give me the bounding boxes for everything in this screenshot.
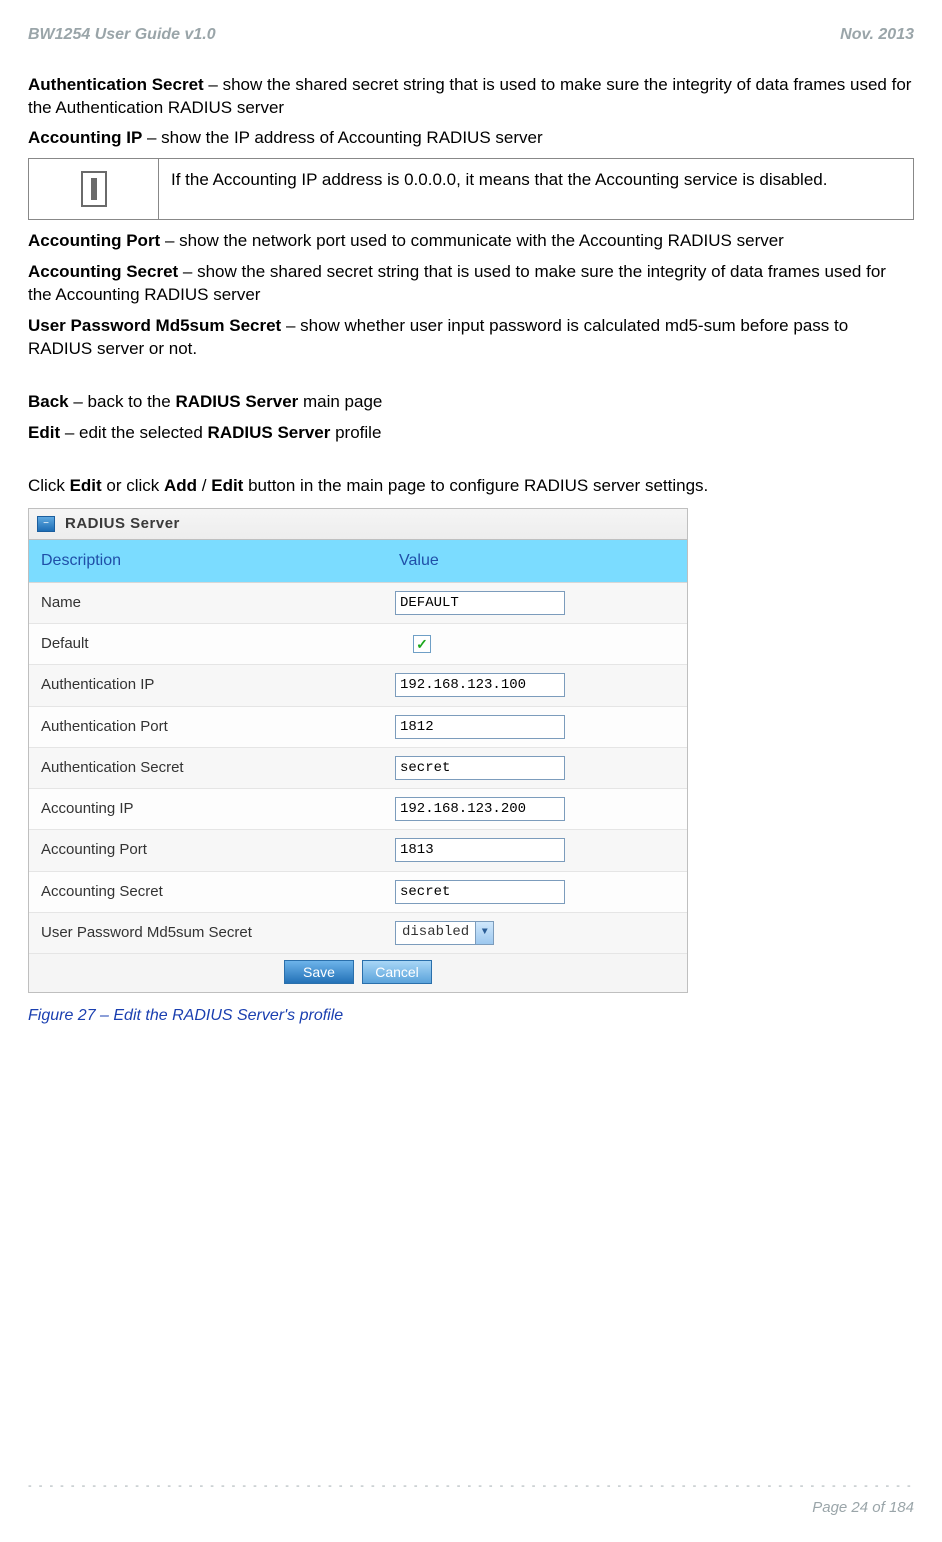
figure-caption: Figure 27 – Edit the RADIUS Server's pro… xyxy=(28,1005,914,1027)
select-value: disabled xyxy=(396,923,475,942)
row-value-cell: disabled▼ xyxy=(387,913,687,953)
panel-titlebar: − RADIUS Server xyxy=(29,509,687,540)
row-label: Accounting Port xyxy=(29,830,387,870)
panel-row: Accounting Port xyxy=(29,830,687,871)
select-dropdown[interactable]: disabled▼ xyxy=(395,921,494,945)
auth-secret-para: Authentication Secret – show the shared … xyxy=(28,74,914,120)
acct-secret-para: Accounting Secret – show the shared secr… xyxy=(28,261,914,307)
panel-footer: Save Cancel xyxy=(29,954,687,992)
click-instruction: Click Edit or click Add / Edit button in… xyxy=(28,475,914,498)
info-icon-cell xyxy=(29,159,159,219)
panel-row: Authentication Port xyxy=(29,707,687,748)
back-label: Back xyxy=(28,392,69,411)
radius-server-panel: − RADIUS Server Description Value NameDe… xyxy=(28,508,688,993)
col-header-value: Value xyxy=(387,540,687,582)
panel-row: Authentication IP xyxy=(29,665,687,706)
back-para: Back – back to the RADIUS Server main pa… xyxy=(28,391,914,414)
info-note-text: If the Accounting IP address is 0.0.0.0,… xyxy=(159,159,913,219)
acct-port-para: Accounting Port – show the network port … xyxy=(28,230,914,253)
col-header-description: Description xyxy=(29,540,387,582)
save-button[interactable]: Save xyxy=(284,960,354,984)
page-header: BW1254 User Guide v1.0 Nov. 2013 xyxy=(28,24,914,46)
cancel-button[interactable]: Cancel xyxy=(362,960,432,984)
row-value-cell xyxy=(387,830,687,870)
acct-secret-label: Accounting Secret xyxy=(28,262,178,281)
acct-ip-para: Accounting IP – show the IP address of A… xyxy=(28,127,914,150)
text-input[interactable] xyxy=(395,673,565,697)
panel-row: Accounting Secret xyxy=(29,872,687,913)
row-value-cell xyxy=(387,665,687,705)
page-footer: - - - - - - - - - - - - - - - - - - - - … xyxy=(28,1479,914,1518)
panel-header-row: Description Value xyxy=(29,540,687,583)
row-value-cell xyxy=(387,707,687,747)
acct-port-text: – show the network port used to communic… xyxy=(160,231,784,250)
row-label: Authentication Port xyxy=(29,707,387,747)
info-note-box: If the Accounting IP address is 0.0.0.0,… xyxy=(28,158,914,220)
auth-secret-label: Authentication Secret xyxy=(28,75,204,94)
acct-ip-text: – show the IP address of Accounting RADI… xyxy=(142,128,542,147)
panel-row: User Password Md5sum Secret disabled▼ xyxy=(29,913,687,954)
header-left: BW1254 User Guide v1.0 xyxy=(28,24,216,46)
footer-separator: - - - - - - - - - - - - - - - - - - - - … xyxy=(28,1479,914,1494)
row-label: Authentication IP xyxy=(29,665,387,705)
panel-row: Default ✓ xyxy=(29,624,687,665)
panel-row: Authentication Secret xyxy=(29,748,687,789)
text-input[interactable] xyxy=(395,838,565,862)
row-value-cell: ✓ xyxy=(387,624,687,664)
info-icon xyxy=(81,171,107,207)
text-input[interactable] xyxy=(395,797,565,821)
page-number: Page 24 of 184 xyxy=(28,1498,914,1518)
acct-port-label: Accounting Port xyxy=(28,231,160,250)
pw-md5-label: User Password Md5sum Secret xyxy=(28,316,281,335)
row-value-cell xyxy=(387,872,687,912)
panel-title: RADIUS Server xyxy=(65,514,180,534)
pw-md5-para: User Password Md5sum Secret – show wheth… xyxy=(28,315,914,361)
row-label: Accounting IP xyxy=(29,789,387,829)
acct-ip-label: Accounting IP xyxy=(28,128,142,147)
panel-row: Accounting IP xyxy=(29,789,687,830)
text-input[interactable] xyxy=(395,591,565,615)
row-value-cell xyxy=(387,789,687,829)
text-input[interactable] xyxy=(395,715,565,739)
text-input[interactable] xyxy=(395,880,565,904)
row-value-cell xyxy=(387,583,687,623)
row-label: Authentication Secret xyxy=(29,748,387,788)
row-label: Accounting Secret xyxy=(29,872,387,912)
row-value-cell xyxy=(387,748,687,788)
row-label: Name xyxy=(29,583,387,623)
radius-server-figure: − RADIUS Server Description Value NameDe… xyxy=(28,508,914,1027)
text-input[interactable] xyxy=(395,756,565,780)
checkbox[interactable]: ✓ xyxy=(413,635,431,653)
header-right: Nov. 2013 xyxy=(840,24,914,46)
collapse-icon[interactable]: − xyxy=(37,516,55,532)
panel-row: Name xyxy=(29,583,687,624)
edit-para: Edit – edit the selected RADIUS Server p… xyxy=(28,422,914,445)
chevron-down-icon: ▼ xyxy=(475,922,493,944)
row-label: User Password Md5sum Secret xyxy=(29,913,387,953)
row-label: Default xyxy=(29,624,387,664)
edit-label: Edit xyxy=(28,423,60,442)
